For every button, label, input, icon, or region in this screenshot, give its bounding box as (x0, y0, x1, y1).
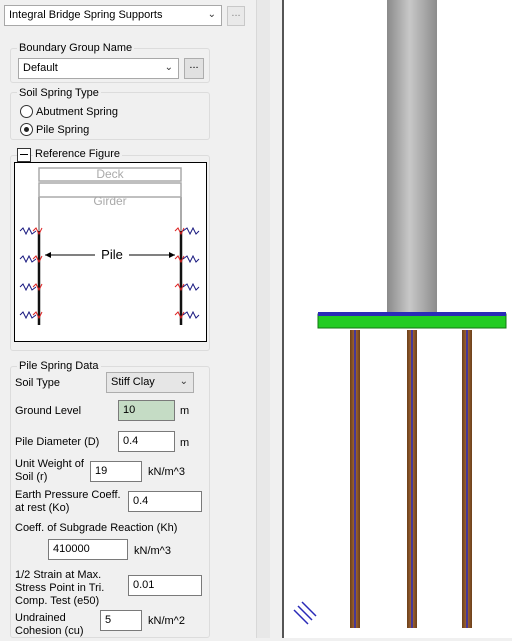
pile-label: Pile (101, 247, 123, 262)
ground-level-input[interactable]: 10 (118, 400, 175, 421)
pile-diameter-input[interactable]: 0.4 (118, 431, 175, 452)
support-type-value: Integral Bridge Spring Supports (9, 9, 163, 21)
boundary-group-title: Boundary Group Name (17, 42, 135, 54)
spring-type-title: Soil Spring Type (17, 87, 101, 99)
cohesion-unit: kN/m^2 (148, 615, 185, 627)
subgrade-label: Coeff. of Subgrade Reaction (Kh) (15, 522, 178, 534)
earth-pressure-label-2: at rest (Ko) (15, 502, 70, 514)
earth-pressure-input[interactable]: 0.4 (128, 491, 202, 512)
reference-figure-drawing: Deck Girder Pile (19, 167, 200, 325)
left-horizontal-springs (19, 226, 37, 320)
soil-type-label: Soil Type (15, 377, 61, 389)
deck-label: Deck (96, 167, 124, 181)
strain-label-3: Comp. Test (e50) (15, 595, 100, 607)
reference-figure-canvas: Deck Girder Pile (14, 162, 207, 342)
left-arrow-head (45, 252, 51, 258)
model-viewport[interactable] (282, 0, 512, 638)
pile-data-title: Pile Spring Data (17, 360, 101, 372)
boundary-group-value: Default (23, 62, 58, 74)
boundary-group-more-button[interactable]: ... (184, 58, 204, 79)
unit-weight-label-1: Unit Weight of (15, 458, 84, 470)
soil-type-value: Stiff Clay (111, 376, 155, 388)
strain-input[interactable]: 0.01 (128, 575, 202, 596)
earth-pressure-label-1: Earth Pressure Coeff. (15, 489, 121, 501)
unit-weight-input[interactable]: 19 (90, 461, 142, 482)
cohesion-label-1: Undrained (15, 612, 66, 624)
unit-weight-label-2: Soil (r) (15, 471, 48, 483)
cohesion-input[interactable]: 5 (100, 610, 142, 631)
pile-diameter-label: Pile Diameter (D) (15, 436, 100, 448)
pile-spring-label: Pile Spring (36, 124, 90, 136)
abutment-spring-radio[interactable] (20, 105, 33, 118)
more-label: ... (231, 7, 241, 19)
boundary-group-dropdown[interactable]: Default ⌄ (18, 58, 179, 79)
right-springs (174, 227, 185, 320)
right-arrow-head (169, 252, 175, 258)
support-type-more-button[interactable]: ... (227, 6, 245, 26)
more-label: ... (189, 59, 199, 71)
soil-type-dropdown[interactable]: Stiff Clay ⌄ (106, 372, 194, 393)
unit-weight-unit: kN/m^3 (148, 466, 185, 478)
cohesion-label-2: Cohesion (cu) (15, 625, 84, 637)
panel-scrollbar[interactable] (256, 0, 270, 638)
chevron-down-icon: ⌄ (207, 9, 216, 20)
pile-spring-radio[interactable] (20, 123, 33, 136)
support-type-dropdown[interactable]: Integral Bridge Spring Supports ⌄ (4, 5, 222, 26)
abutment-spring-label: Abutment Spring (36, 106, 118, 118)
pile-cap (317, 313, 507, 329)
pile-diameter-unit: m (180, 437, 190, 449)
axis-icon (293, 601, 317, 625)
subgrade-input[interactable]: 410000 (48, 539, 128, 560)
chevron-down-icon: ⌄ (164, 62, 173, 73)
model-drawing (293, 0, 507, 628)
ground-level-label: Ground Level (15, 405, 82, 417)
subgrade-unit: kN/m^3 (134, 545, 171, 557)
ground-level-unit: m (180, 405, 190, 417)
pier-column (387, 0, 437, 312)
left-springs (32, 227, 43, 320)
reference-figure-title: Reference Figure (33, 148, 122, 160)
cap-spring-row (318, 312, 506, 316)
right-horizontal-springs (182, 226, 200, 320)
girder-label: Girder (93, 194, 126, 208)
strain-label-1: 1/2 Strain at Max. (15, 569, 102, 581)
chevron-down-icon: ⌄ (179, 376, 188, 387)
strain-label-2: Stress Point in Tri. (15, 582, 105, 594)
collapse-toggle[interactable] (17, 148, 31, 162)
